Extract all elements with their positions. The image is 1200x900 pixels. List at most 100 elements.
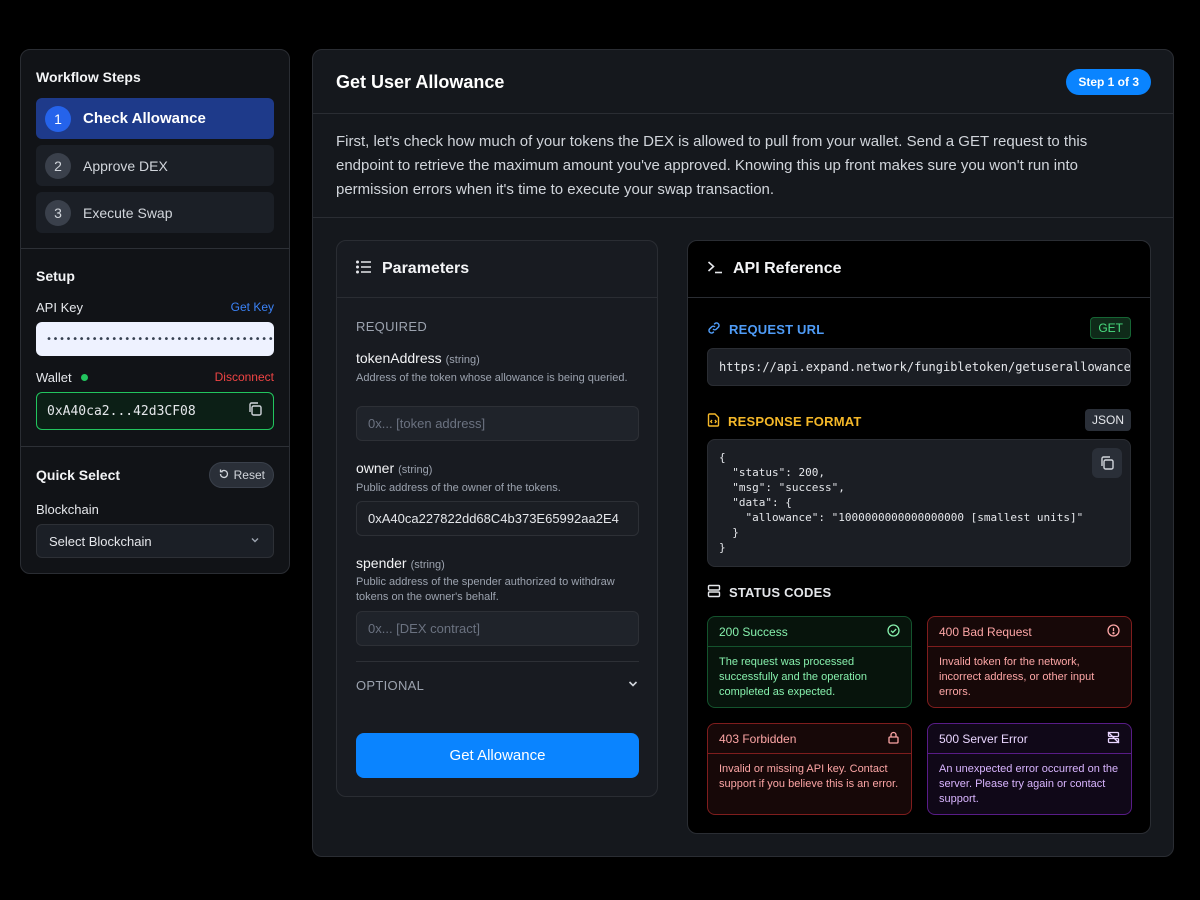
main-header: Get User Allowance Step 1 of 3	[313, 50, 1173, 114]
api-key-label: API Key	[36, 300, 83, 315]
parameters-panel: Parameters REQUIRED tokenAddress (string)…	[336, 240, 658, 797]
setup-title: Setup	[36, 268, 75, 284]
quick-select-title: Quick Select	[36, 467, 121, 483]
api-reference-title: API Reference	[733, 260, 842, 277]
request-url-label: REQUEST URL	[707, 321, 824, 338]
wallet-connected-indicator	[81, 374, 88, 381]
required-label: REQUIRED	[356, 319, 428, 334]
alert-circle-icon	[1107, 623, 1120, 640]
status-card-400: 400 Bad Request Invalid token for the ne…	[927, 616, 1132, 708]
method-badge: GET	[1090, 317, 1131, 339]
step-number: 3	[45, 199, 71, 226]
param-type: (string)	[398, 464, 433, 476]
get-key-link[interactable]: Get Key	[231, 300, 274, 314]
api-reference-header: API Reference	[688, 241, 1150, 298]
chevron-down-icon	[249, 534, 261, 549]
response-json-text: { "status": 200, "msg": "success", "data…	[719, 451, 1084, 554]
owner-input[interactable]: 0xA40ca227822dd68C4b373E65992aa2E4	[356, 501, 639, 536]
get-allowance-button[interactable]: Get Allowance	[356, 733, 639, 778]
status-codes-label: STATUS CODES	[707, 584, 831, 601]
status-card-header: 500 Server Error	[928, 724, 1131, 754]
server-off-icon	[1107, 731, 1120, 747]
param-description: Address of the token whose allowance is …	[356, 372, 628, 384]
blockchain-select-value: Select Blockchain	[49, 533, 152, 549]
api-key-input[interactable]: ••••••••••••••••••••••••••••••••••••••••	[36, 322, 274, 356]
status-title: 500 Server Error	[939, 731, 1028, 746]
status-title: 400 Bad Request	[939, 624, 1032, 639]
token-address-input[interactable]: 0x... [token address]	[356, 406, 639, 441]
format-badge: JSON	[1084, 409, 1131, 431]
status-card-header: 403 Forbidden	[708, 724, 911, 754]
status-card-header: 400 Bad Request	[928, 617, 1131, 647]
divider	[21, 248, 289, 249]
copy-icon[interactable]	[1092, 448, 1122, 478]
file-code-icon	[707, 413, 720, 430]
api-reference-panel: API Reference REQUEST URL GET https://ap…	[687, 240, 1151, 834]
optional-toggle[interactable]: OPTIONAL	[356, 678, 639, 693]
server-icon	[707, 584, 721, 601]
blockchain-select[interactable]: Select Blockchain	[36, 524, 274, 558]
step-approve-dex[interactable]: 2 Approve DEX	[36, 145, 274, 186]
spender-input[interactable]: 0x... [DEX contract]	[356, 611, 639, 646]
wallet-label: Wallet	[36, 370, 72, 385]
terminal-icon	[707, 260, 723, 279]
reset-icon	[218, 468, 230, 483]
copy-icon[interactable]	[247, 401, 263, 421]
response-format-label-text: RESPONSE FORMAT	[728, 414, 862, 429]
step-number: 1	[45, 105, 71, 132]
response-json: { "status": 200, "msg": "success", "data…	[707, 439, 1131, 567]
step-execute-swap[interactable]: 3 Execute Swap	[36, 192, 274, 233]
param-name: owner (string)	[356, 460, 432, 476]
sidebar-title: Workflow Steps	[36, 69, 141, 85]
request-url-label-text: REQUEST URL	[729, 322, 825, 337]
status-description: Invalid or missing API key. Contact supp…	[719, 763, 899, 790]
step-label: Approve DEX	[83, 157, 168, 174]
param-type: (string)	[445, 354, 480, 366]
intro-text: First, let's check how much of your toke…	[336, 133, 1088, 198]
status-card-200: 200 Success The request was processed su…	[707, 616, 912, 708]
status-description: An unexpected error occurred on the serv…	[939, 763, 1119, 805]
lock-icon	[887, 731, 900, 747]
status-description: The request was processed successfully a…	[719, 656, 867, 698]
param-name-text: tokenAddress	[356, 350, 442, 366]
request-url: https://api.expand.network/fungibletoken…	[707, 348, 1131, 386]
parameters-header: Parameters	[337, 241, 657, 298]
reset-label: Reset	[233, 468, 265, 482]
list-icon	[355, 260, 372, 279]
param-type: (string)	[410, 559, 445, 571]
workflow-sidebar: Workflow Steps 1 Check Allowance 2 Appro…	[20, 49, 290, 574]
page-title: Get User Allowance	[336, 72, 505, 92]
reset-button[interactable]: Reset	[208, 462, 274, 488]
status-card-500: 500 Server Error An unexpected error occ…	[927, 723, 1132, 815]
wallet-address-field: 0xA40ca2...42d3CF08	[36, 392, 274, 430]
optional-label: OPTIONAL	[356, 678, 425, 693]
status-card-header: 200 Success	[708, 617, 911, 647]
divider	[21, 446, 289, 447]
status-title: 200 Success	[719, 624, 788, 639]
wallet-address: 0xA40ca2...42d3CF08	[47, 403, 196, 419]
check-circle-icon	[887, 623, 900, 640]
link-icon	[707, 321, 721, 338]
step-number: 2	[45, 152, 71, 179]
status-codes-label-text: STATUS CODES	[729, 585, 832, 600]
param-name-text: owner	[356, 460, 395, 476]
status-title: 403 Forbidden	[719, 731, 797, 746]
step-label: Execute Swap	[83, 204, 173, 221]
divider	[356, 661, 639, 662]
step-label: Check Allowance	[83, 110, 206, 127]
divider	[313, 217, 1173, 218]
param-name: spender (string)	[356, 555, 445, 571]
status-description: Invalid token for the network, incorrect…	[939, 656, 1095, 698]
param-description: Public address of the spender authorized…	[356, 576, 615, 603]
status-card-403: 403 Forbidden Invalid or missing API key…	[707, 723, 912, 815]
chevron-down-icon	[627, 678, 639, 693]
step-badge: Step 1 of 3	[1066, 69, 1151, 95]
param-description: Public address of the owner of the token…	[356, 482, 561, 494]
param-name: tokenAddress (string)	[356, 350, 480, 366]
disconnect-link[interactable]: Disconnect	[215, 370, 274, 384]
parameters-title: Parameters	[382, 260, 470, 277]
step-check-allowance[interactable]: 1 Check Allowance	[36, 98, 274, 139]
param-name-text: spender	[356, 555, 407, 571]
blockchain-label: Blockchain	[36, 502, 99, 517]
main-panel: Get User Allowance Step 1 of 3 First, le…	[312, 49, 1174, 857]
